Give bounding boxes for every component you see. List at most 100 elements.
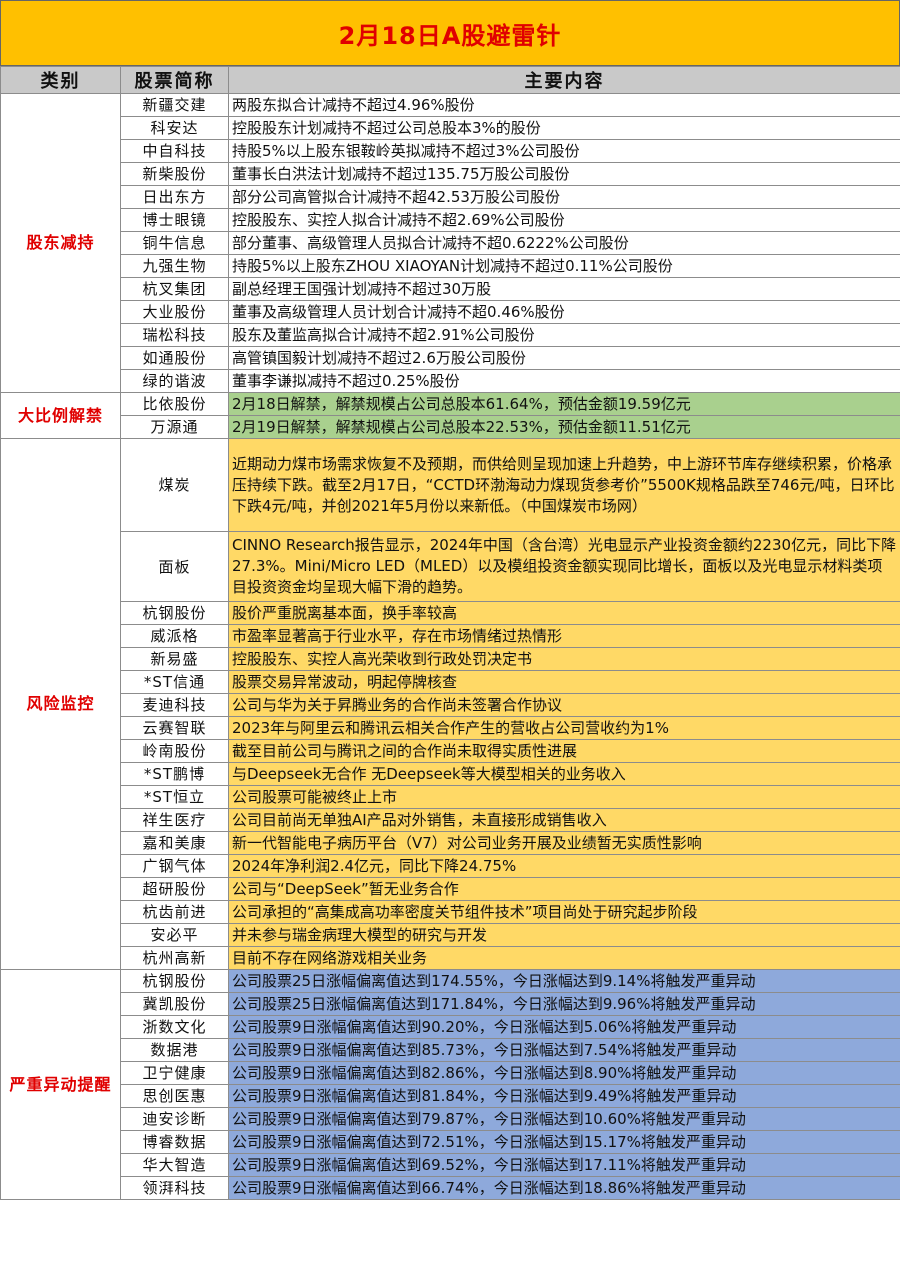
stock-name-cell: 迪安诊断	[120, 1107, 229, 1131]
stock-name-cell: *ST恒立	[120, 785, 229, 809]
content-cell: 公司股票可能被终止上市	[228, 785, 900, 809]
category-cell: 风险监控	[0, 438, 121, 970]
content-cell: 公司目前尚无单独AI产品对外销售，未直接形成销售收入	[228, 808, 900, 832]
content-cell: 部分公司高管拟合计减持不超42.53万股公司股份	[228, 185, 900, 209]
stock-name-cell: 超研股份	[120, 877, 229, 901]
table-row: 广钢气体 2024年净利润2.4亿元，同比下降24.75%	[1, 854, 900, 878]
table-row: 杭齿前进 公司承担的“高集成高功率密度关节组件技术”项目尚处于研究起步阶段	[1, 900, 900, 924]
table-row: 浙数文化 公司股票9日涨幅偏离值达到90.20%，今日涨幅达到5.06%将触发严重…	[1, 1015, 900, 1039]
stock-name-cell: 麦迪科技	[120, 693, 229, 717]
stock-name-cell: 万源通	[120, 415, 229, 439]
risk-table: 类别 股票简称 主要内容 股东减持 新疆交建 两股东拟合计减持不超过4.96%股份科…	[0, 66, 900, 1200]
stock-name-cell: 祥生医疗	[120, 808, 229, 832]
content-cell: 公司与华为关于昇腾业务的合作尚未签署合作协议	[228, 693, 900, 717]
table-row: *ST恒立 公司股票可能被终止上市	[1, 785, 900, 809]
content-cell: 副总经理王国强计划减持不超过30万股	[228, 277, 900, 301]
content-cell: 近期动力煤市场需求恢复不及预期，而供给则呈现加速上升趋势，中上游环节库存继续积累…	[228, 438, 900, 532]
header-content: 主要内容	[228, 66, 900, 94]
content-cell: 截至目前公司与腾讯之间的合作尚未取得实质性进展	[228, 739, 900, 763]
stock-name-cell: 云赛智联	[120, 716, 229, 740]
table-row: 风险监控 煤炭 近期动力煤市场需求恢复不及预期，而供给则呈现加速上升趋势，中上游环节…	[0, 438, 900, 970]
table-row: 华大智造 公司股票9日涨幅偏离值达到69.52%，今日涨幅达到17.11%将触发严…	[1, 1153, 900, 1177]
stock-name-cell: *ST鹏博	[120, 762, 229, 786]
stock-name-cell: 杭钢股份	[120, 969, 229, 993]
table-row: *ST鹏博 与Deepseek无合作 无Deepseek等大模型相关的业务收入	[1, 762, 900, 786]
stock-name-cell: 铜牛信息	[120, 231, 229, 255]
content-cell: 股东及董监高拟合计减持不超2.91%公司股份	[228, 323, 900, 347]
content-cell: 董事长白洪法计划减持不超过135.75万股公司股份	[228, 162, 900, 186]
table-row: 威派格 市盈率显著高于行业水平，存在市场情绪过热情形	[1, 624, 900, 648]
table-row: 领湃科技 公司股票9日涨幅偏离值达到66.74%，今日涨幅达到18.86%将触发严…	[1, 1176, 900, 1200]
stock-name-cell: *ST信通	[120, 670, 229, 694]
stock-name-cell: 安必平	[120, 923, 229, 947]
table-row: 杭叉集团 副总经理王国强计划减持不超过30万股	[1, 277, 900, 301]
stock-name-cell: 岭南股份	[120, 739, 229, 763]
table-row: 杭州高新 目前不存在网络游戏相关业务	[1, 946, 900, 970]
table-row: 瑞松科技 股东及董监高拟合计减持不超2.91%公司股份	[1, 323, 900, 347]
stock-name-cell: 如通股份	[120, 346, 229, 370]
sheet-title: 2月18日A股避雷针	[0, 0, 900, 66]
category-cell: 严重异动提醒	[0, 969, 121, 1200]
stock-name-cell: 中自科技	[120, 139, 229, 163]
table-row: 麦迪科技 公司与华为关于昇腾业务的合作尚未签署合作协议	[1, 693, 900, 717]
stock-name-cell: 杭齿前进	[120, 900, 229, 924]
stock-name-cell: 面板	[120, 531, 229, 602]
content-cell: 2月18日解禁，解禁规模占公司总股本61.64%，预估金额19.59亿元	[228, 392, 900, 416]
stock-risk-sheet: 2月18日A股避雷针 类别 股票简称 主要内容 股东减持 新疆交建 两股东拟合计减持…	[0, 0, 900, 1285]
stock-name-cell: 嘉和美康	[120, 831, 229, 855]
stock-name-cell: 杭叉集团	[120, 277, 229, 301]
stock-name-cell: 博睿数据	[120, 1130, 229, 1154]
table-row: 迪安诊断 公司股票9日涨幅偏离值达到79.87%，今日涨幅达到10.60%将触发严…	[1, 1107, 900, 1131]
table-row: 面板 CINNO Research报告显示，2024年中国（含台湾）光电显示产业投…	[1, 531, 900, 602]
table-row: 大业股份 董事及高级管理人员计划合计减持不超0.46%股份	[1, 300, 900, 324]
content-cell: 部分董事、高级管理人员拟合计减持不超0.6222%公司股份	[228, 231, 900, 255]
content-cell: 公司股票25日涨幅偏离值达到171.84%，今日涨幅达到9.96%将触发严重异动	[228, 992, 900, 1016]
table-row: 博士眼镜 控股股东、实控人拟合计减持不超2.69%公司股份	[1, 208, 900, 232]
stock-name-cell: 数据港	[120, 1038, 229, 1062]
content-cell: 市盈率显著高于行业水平，存在市场情绪过热情形	[228, 624, 900, 648]
table-row: 新柴股份 董事长白洪法计划减持不超过135.75万股公司股份	[1, 162, 900, 186]
content-cell: 2023年与阿里云和腾讯云相关合作产生的营收占公司营收约为1%	[228, 716, 900, 740]
content-cell: 公司股票9日涨幅偏离值达到66.74%，今日涨幅达到18.86%将触发严重异动	[228, 1176, 900, 1200]
table-row: 安必平 并未参与瑞金病理大模型的研究与开发	[1, 923, 900, 947]
content-cell: 两股东拟合计减持不超过4.96%股份	[228, 93, 900, 117]
header-row: 类别 股票简称 主要内容	[0, 66, 900, 94]
content-cell: CINNO Research报告显示，2024年中国（含台湾）光电显示产业投资金…	[228, 531, 900, 602]
stock-name-cell: 卫宁健康	[120, 1061, 229, 1085]
content-cell: 董事及高级管理人员计划合计减持不超0.46%股份	[228, 300, 900, 324]
header-category: 类别	[0, 66, 121, 94]
table-row: 中自科技 持股5%以上股东银鞍岭英拟减持不超过3%公司股份	[1, 139, 900, 163]
content-cell: 控股股东计划减持不超过公司总股本3%的股份	[228, 116, 900, 140]
table-row: 嘉和美康 新一代智能电子病历平台（V7）对公司业务开展及业绩暂无实质性影响	[1, 831, 900, 855]
content-cell: 2024年净利润2.4亿元，同比下降24.75%	[228, 854, 900, 878]
content-cell: 股价严重脱离基本面，换手率较高	[228, 601, 900, 625]
stock-name-cell: 博士眼镜	[120, 208, 229, 232]
table-row: 数据港 公司股票9日涨幅偏离值达到85.73%，今日涨幅达到7.54%将触发严重异…	[1, 1038, 900, 1062]
table-row: 科安达 控股股东计划减持不超过公司总股本3%的股份	[1, 116, 900, 140]
stock-name-cell: 煤炭	[120, 438, 229, 532]
stock-name-cell: 绿的谐波	[120, 369, 229, 393]
stock-name-cell: 领湃科技	[120, 1176, 229, 1200]
table-row: 云赛智联 2023年与阿里云和腾讯云相关合作产生的营收占公司营收约为1%	[1, 716, 900, 740]
stock-name-cell: 大业股份	[120, 300, 229, 324]
content-cell: 公司股票9日涨幅偏离值达到69.52%，今日涨幅达到17.11%将触发严重异动	[228, 1153, 900, 1177]
table-row: *ST信通 股票交易异常波动，明起停牌核查	[1, 670, 900, 694]
header-stock: 股票简称	[120, 66, 229, 94]
stock-name-cell: 新易盛	[120, 647, 229, 671]
content-cell: 控股股东、实控人高光荣收到行政处罚决定书	[228, 647, 900, 671]
category-cell: 股东减持	[0, 93, 121, 393]
content-cell: 公司股票9日涨幅偏离值达到82.86%，今日涨幅达到8.90%将触发严重异动	[228, 1061, 900, 1085]
table-row: 超研股份 公司与“DeepSeek”暂无业务合作	[1, 877, 900, 901]
table-row: 股东减持 新疆交建 两股东拟合计减持不超过4.96%股份	[0, 93, 900, 393]
table-row: 新易盛 控股股东、实控人高光荣收到行政处罚决定书	[1, 647, 900, 671]
table-row: 大比例解禁 比依股份 2月18日解禁，解禁规模占公司总股本61.64%，预估金额19…	[0, 392, 900, 439]
content-cell: 公司股票9日涨幅偏离值达到90.20%，今日涨幅达到5.06%将触发严重异动	[228, 1015, 900, 1039]
stock-name-cell: 瑞松科技	[120, 323, 229, 347]
stock-name-cell: 冀凯股份	[120, 992, 229, 1016]
table-body: 股东减持 新疆交建 两股东拟合计减持不超过4.96%股份 科安达 控股股东计划减持不超过…	[0, 93, 900, 1200]
table-row: 绿的谐波 董事李谦拟减持不超过0.25%股份	[1, 369, 900, 393]
table-row: 万源通 2月19日解禁，解禁规模占公司总股本22.53%，预估金额11.51亿元	[1, 415, 900, 439]
table-row: 冀凯股份 公司股票25日涨幅偏离值达到171.84%，今日涨幅达到9.96%将触发…	[1, 992, 900, 1016]
table-row: 杭钢股份 股价严重脱离基本面，换手率较高	[1, 601, 900, 625]
stock-name-cell: 华大智造	[120, 1153, 229, 1177]
